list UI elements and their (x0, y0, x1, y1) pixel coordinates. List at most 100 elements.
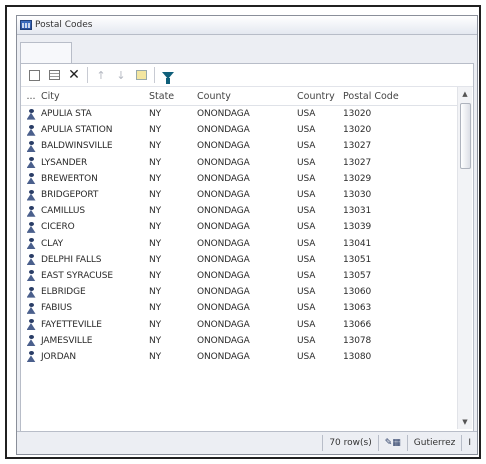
cell-state: NY (149, 287, 162, 298)
cell-country: USA (297, 270, 316, 281)
cell-state: NY (149, 254, 162, 265)
screenshot-frame: Postal Codes ✕ ↑ ↓ ... City State County… (5, 5, 481, 459)
cell-city: BREWERTON (41, 173, 98, 184)
header-city[interactable]: City (41, 91, 149, 102)
header-county[interactable]: County (197, 91, 297, 102)
cell-postal-code: 13063 (343, 303, 372, 314)
cell-country: USA (297, 206, 316, 217)
cell-city: JORDAN (41, 351, 77, 362)
window-title: Postal Codes (35, 20, 93, 30)
cell-county: ONONDAGA (197, 254, 250, 265)
grid-view-icon (48, 70, 60, 80)
cell-country: USA (297, 319, 316, 330)
cell-postal-code: 13030 (343, 190, 372, 201)
cell-city: BRIDGEPORT (41, 190, 99, 201)
cell-state: NY (149, 222, 162, 233)
table-row[interactable]: EAST SYRACUSE NY ONONDAGA USA 13057 (21, 268, 457, 284)
scroll-up-arrow-icon[interactable]: ▲ (458, 87, 472, 101)
scroll-down-arrow-icon[interactable]: ▼ (458, 415, 472, 429)
cell-city: DELPHI FALLS (41, 254, 102, 265)
postal-codes-window: Postal Codes ✕ ↑ ↓ ... City State County… (16, 15, 478, 455)
cell-state: NY (149, 351, 162, 362)
edit-mode-icon: ✎▦ (377, 435, 407, 451)
table-row[interactable]: BREWERTON NY ONONDAGA USA 13029 (21, 171, 457, 187)
table-row[interactable]: APULIA STA NY ONONDAGA USA 13020 (21, 106, 457, 122)
record-icon (21, 319, 41, 331)
cell-postal-code: 13027 (343, 157, 372, 168)
cell-postal-code: 13031 (343, 206, 372, 217)
cell-postal-code: 13051 (343, 254, 372, 265)
new-record-button[interactable] (25, 66, 43, 84)
cell-county: ONONDAGA (197, 238, 250, 249)
arrow-up-icon: ↑ (96, 68, 106, 82)
delete-button[interactable]: ✕ (65, 66, 83, 84)
table-row[interactable]: JORDAN NY ONONDAGA USA 13080 (21, 349, 457, 365)
record-icon (21, 221, 41, 233)
cell-state: NY (149, 173, 162, 184)
user-name: Gutierrez (406, 435, 462, 451)
add-folder-button[interactable] (132, 66, 150, 84)
record-icon (21, 238, 41, 250)
record-icon (21, 302, 41, 314)
table-row[interactable]: CAMILLUS NY ONONDAGA USA 13031 (21, 203, 457, 219)
table-row[interactable]: FABIUS NY ONONDAGA USA 13063 (21, 300, 457, 316)
record-icon (21, 205, 41, 217)
table-row[interactable]: JAMESVILLE NY ONONDAGA USA 13078 (21, 333, 457, 349)
cell-country: USA (297, 141, 316, 152)
cell-postal-code: 13080 (343, 351, 372, 362)
cell-country: USA (297, 109, 316, 120)
cell-county: ONONDAGA (197, 351, 250, 362)
cell-postal-code: 13029 (343, 173, 372, 184)
move-down-button[interactable]: ↓ (112, 66, 130, 84)
table-row[interactable]: DELPHI FALLS NY ONONDAGA USA 13051 (21, 252, 457, 268)
cell-county: ONONDAGA (197, 222, 250, 233)
table-row[interactable]: APULIA STATION NY ONONDAGA USA 13020 (21, 122, 457, 138)
grid-view-button[interactable] (45, 66, 63, 84)
filter-icon (162, 71, 174, 84)
cell-country: USA (297, 222, 316, 233)
header-indicator[interactable]: ... (21, 91, 41, 102)
record-icon (21, 108, 41, 120)
cell-county: ONONDAGA (197, 109, 250, 120)
cell-city: ELBRIDGE (41, 287, 86, 298)
cell-state: NY (149, 190, 162, 201)
cell-country: USA (297, 238, 316, 249)
table-row[interactable]: FAYETTEVILLE NY ONONDAGA USA 13066 (21, 316, 457, 332)
cell-county: ONONDAGA (197, 157, 250, 168)
filter-button[interactable] (159, 66, 177, 84)
cell-country: USA (297, 335, 316, 346)
cell-city: CAMILLUS (41, 206, 85, 217)
header-country[interactable]: Country (297, 91, 343, 102)
table-row[interactable]: ELBRIDGE NY ONONDAGA USA 13060 (21, 284, 457, 300)
cell-city: APULIA STA (41, 109, 92, 120)
cell-postal-code: 13060 (343, 287, 372, 298)
arrow-down-icon: ↓ (116, 68, 126, 82)
cell-county: ONONDAGA (197, 173, 250, 184)
table-row[interactable]: CLAY NY ONONDAGA USA 13041 (21, 236, 457, 252)
cell-postal-code: 13027 (343, 141, 372, 152)
cell-country: USA (297, 351, 316, 362)
toolbar: ✕ ↑ ↓ (21, 64, 473, 87)
cell-state: NY (149, 109, 162, 120)
record-icon (21, 124, 41, 136)
grid-header: ... City State County Country Postal Cod… (21, 87, 457, 106)
row-count: 70 row(s) (322, 435, 377, 451)
table-row[interactable]: BRIDGEPORT NY ONONDAGA USA 13030 (21, 187, 457, 203)
table-row[interactable]: LYSANDER NY ONONDAGA USA 13027 (21, 155, 457, 171)
cell-postal-code: 13020 (343, 125, 372, 136)
move-up-button[interactable]: ↑ (92, 66, 110, 84)
title-bar: Postal Codes (17, 16, 477, 35)
scroll-thumb[interactable] (460, 103, 471, 169)
header-postal-code[interactable]: Postal Code (343, 91, 413, 102)
table-row[interactable]: BALDWINSVILLE NY ONONDAGA USA 13027 (21, 138, 457, 154)
tab-blank[interactable] (20, 42, 72, 64)
cell-postal-code: 13039 (343, 222, 372, 233)
cell-country: USA (297, 303, 316, 314)
table-row[interactable]: CICERO NY ONONDAGA USA 13039 (21, 219, 457, 235)
header-state[interactable]: State (149, 91, 197, 102)
record-icon (21, 173, 41, 185)
cell-county: ONONDAGA (197, 270, 250, 281)
cell-country: USA (297, 287, 316, 298)
cell-state: NY (149, 141, 162, 152)
vertical-scrollbar[interactable]: ▲ ▼ (457, 87, 472, 429)
